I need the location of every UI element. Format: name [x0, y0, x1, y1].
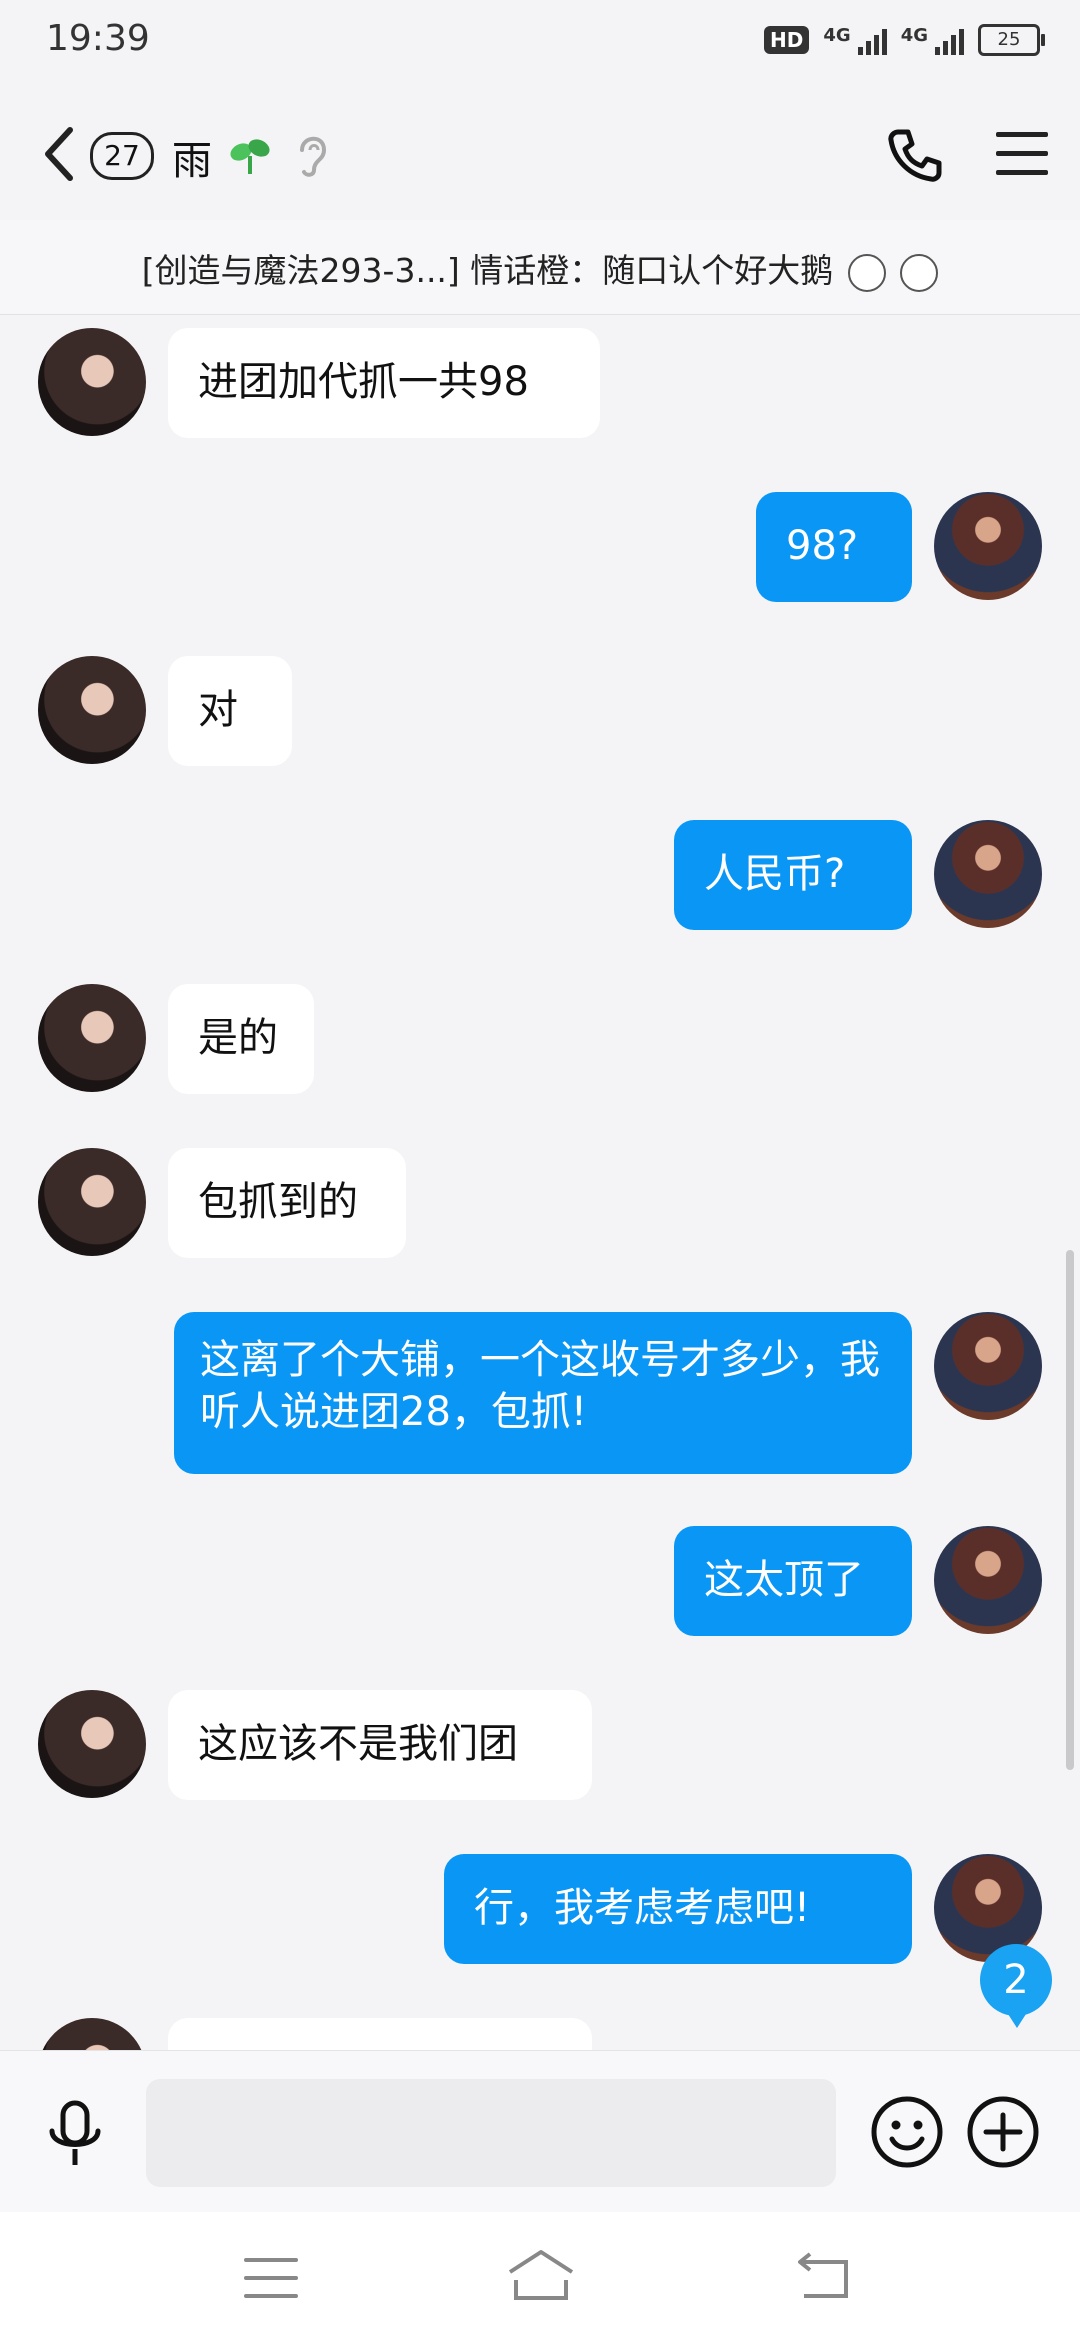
status-icons: HD 4G 4G 25 [764, 24, 1045, 56]
nav-back-icon[interactable] [794, 2252, 854, 2302]
message-bubble-outgoing[interactable]: 行，我考虑考虑吧! [444, 1854, 912, 1964]
chat-header: 27 雨 [0, 84, 1080, 220]
message-bubble-partial[interactable] [168, 2018, 592, 2050]
grin-emoji-icon [847, 253, 886, 292]
chat-area[interactable]: 进团加代抓一共98 98? 对 人民币? 是的 包抓到的 这离了个大铺，一个这收… [0, 314, 1080, 2050]
contact-avatar[interactable] [38, 984, 146, 1092]
contact-avatar[interactable] [38, 2018, 146, 2050]
chat-scrollbar[interactable] [1066, 1250, 1074, 1770]
message-bubble-outgoing[interactable]: 98? [756, 492, 912, 602]
signal-icon-2: 4G [901, 25, 964, 55]
nav-menu-icon[interactable] [244, 2258, 298, 2298]
message-bubble-outgoing[interactable]: 人民币? [674, 820, 912, 930]
hd-icon: HD [764, 26, 810, 54]
ear-icon [300, 136, 327, 177]
battery-icon: 25 [978, 24, 1045, 56]
message-bubble-incoming[interactable]: 是的 [168, 984, 314, 1094]
my-avatar[interactable] [934, 1312, 1042, 1420]
contact-avatar[interactable] [38, 1148, 146, 1256]
system-nav-bar [0, 2212, 1080, 2340]
status-bar: 19:39 HD 4G 4G 25 [0, 0, 1080, 84]
menu-icon[interactable] [996, 132, 1048, 178]
signal-icon: 4G [823, 25, 887, 55]
group-notice-bar[interactable]: [创造与魔法293-3...] 情话橙：随口认个好大鹅 [0, 220, 1080, 315]
nav-home-icon[interactable] [506, 2248, 576, 2304]
my-avatar[interactable] [934, 492, 1042, 600]
plus-icon[interactable] [966, 2095, 1040, 2169]
contact-avatar[interactable] [38, 656, 146, 764]
message-bubble-incoming[interactable]: 这应该不是我们团 [168, 1690, 592, 1800]
chat-title: 雨 [172, 138, 212, 184]
message-input[interactable] [146, 2079, 836, 2187]
message-bubble-outgoing[interactable]: 这太顶了 [674, 1526, 912, 1636]
phone-icon[interactable] [886, 126, 944, 184]
message-bubble-outgoing[interactable]: 这离了个大铺，一个这收号才多少，我听人说进团28，包抓! [174, 1312, 912, 1474]
new-message-badge[interactable]: 2 [980, 1944, 1052, 2028]
message-bubble-incoming[interactable]: 包抓到的 [168, 1148, 406, 1258]
my-avatar[interactable] [934, 820, 1042, 928]
unread-count-badge[interactable]: 27 [90, 132, 154, 180]
grin-emoji-icon-2 [900, 253, 939, 292]
notice-text: [创造与魔法293-3...] 情话橙：随口认个好大鹅 [141, 251, 834, 290]
contact-avatar[interactable] [38, 1690, 146, 1798]
status-time: 19:39 [46, 18, 150, 59]
contact-avatar[interactable] [38, 328, 146, 436]
back-icon[interactable] [40, 124, 80, 184]
message-bubble-incoming[interactable]: 对 [168, 656, 292, 766]
microphone-icon[interactable] [44, 2099, 106, 2171]
sprout-icon [230, 139, 270, 174]
emoji-icon[interactable] [870, 2095, 944, 2169]
input-bar [0, 2050, 1080, 2213]
message-bubble-incoming[interactable]: 进团加代抓一共98 [168, 328, 600, 438]
my-avatar[interactable] [934, 1526, 1042, 1634]
